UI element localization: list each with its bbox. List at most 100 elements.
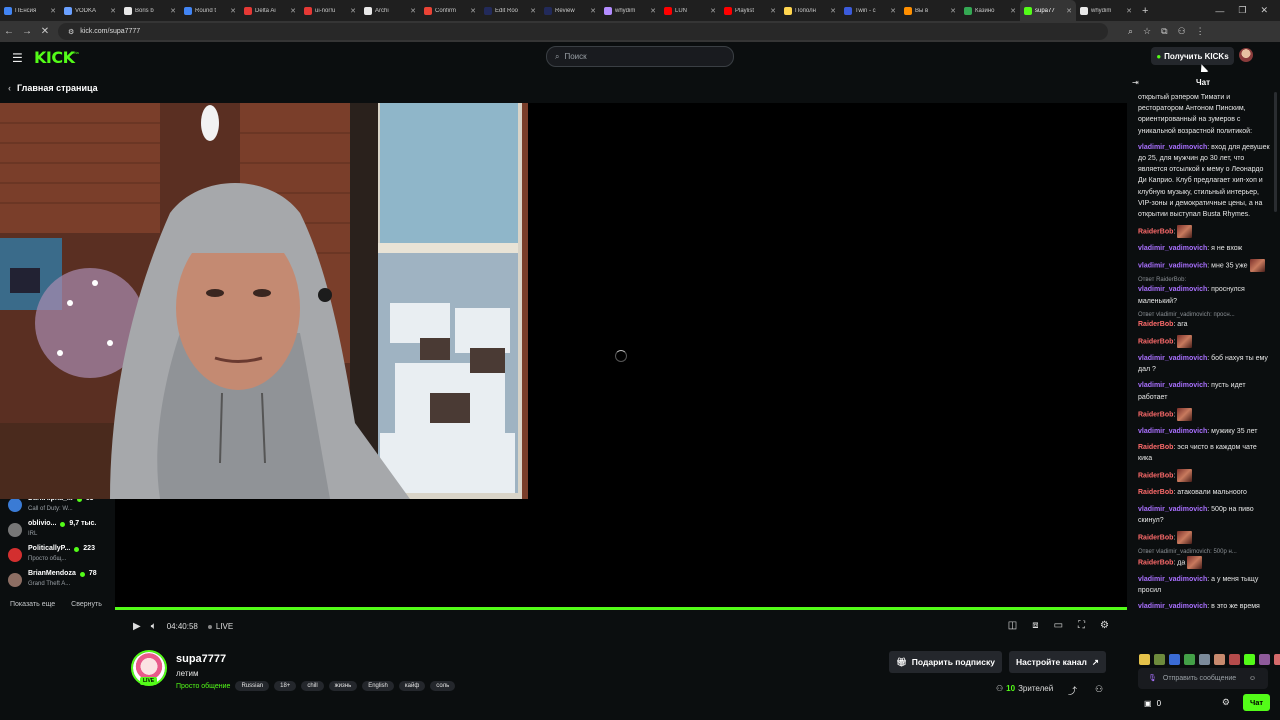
browser-tab[interactable]: ui-nor!u ✕ <box>300 0 360 21</box>
chat-message[interactable]: RaiderBob: <box>1138 531 1270 545</box>
tab-close-icon[interactable]: ✕ <box>770 7 776 15</box>
chat-message[interactable]: открытый рэпером Тимати и ресторатором А… <box>1138 92 1270 137</box>
chat-message[interactable]: Ответ vladimir_vadimovich: 500р н... Raid… <box>1138 548 1270 570</box>
emote[interactable] <box>1184 654 1195 665</box>
chat-username[interactable]: RaiderBob <box>1138 411 1173 418</box>
browser-tab[interactable]: Delta Ai ✕ <box>240 0 300 21</box>
clip-icon[interactable]: ⧈ <box>1032 620 1038 631</box>
chat-username[interactable]: RaiderBob <box>1138 473 1173 480</box>
chat-username[interactable]: vladimir_vadimovich <box>1138 144 1207 151</box>
chat-message-input[interactable]: 🎙︎ Отправить сообщение ☺ <box>1138 668 1268 689</box>
minimize-icon[interactable]: — <box>1215 6 1224 16</box>
fullscreen-icon[interactable]: ⛶ <box>1078 620 1085 631</box>
follow-user-icon[interactable]: ⚇ <box>1095 684 1103 695</box>
gift-subscription-button[interactable]: 🎁︎ Подарить подписку <box>889 651 1002 673</box>
sidebar-channel[interactable]: oblivio... 9,7 тыс. IRL <box>8 519 116 544</box>
chat-message[interactable]: vladimir_vadimovich: пусть идет работает <box>1138 380 1270 402</box>
chat-message[interactable]: RaiderBob: эся чисто в каждом чате кика <box>1138 442 1270 464</box>
live-progress-bar[interactable] <box>115 607 1127 610</box>
bookmark-star-icon[interactable]: ☆ <box>1143 26 1151 37</box>
tab-close-icon[interactable]: ✕ <box>650 7 656 15</box>
settings-gear-icon[interactable]: ⚙ <box>1100 620 1109 631</box>
chat-message[interactable]: vladimir_vadimovich: мне 35 уже <box>1138 259 1270 273</box>
chat-username[interactable]: RaiderBob <box>1138 338 1173 345</box>
theater-mode-icon[interactable]: ▭ <box>1054 620 1063 631</box>
emote[interactable] <box>1154 654 1165 665</box>
new-tab-button[interactable]: + <box>1136 5 1154 17</box>
tab-close-icon[interactable]: ✕ <box>530 7 536 15</box>
chat-message[interactable]: vladimir_vadimovich: в это же время <box>1138 601 1270 612</box>
tab-close-icon[interactable]: ✕ <box>1126 7 1132 15</box>
chat-username[interactable]: RaiderBob <box>1138 534 1173 541</box>
stream-tag[interactable]: жизнь <box>328 681 358 691</box>
chat-username[interactable]: RaiderBob <box>1138 229 1173 236</box>
tab-close-icon[interactable]: ✕ <box>290 7 296 15</box>
tab-close-icon[interactable]: ✕ <box>590 7 596 15</box>
browser-tab[interactable]: ПЕнсия ✕ <box>0 0 60 21</box>
chat-username[interactable]: vladimir_vadimovich <box>1138 506 1207 513</box>
forward-icon[interactable]: → <box>18 26 36 37</box>
tab-close-icon[interactable]: ✕ <box>890 7 896 15</box>
browser-tab[interactable]: Round t ✕ <box>180 0 240 21</box>
play-icon[interactable]: ▶ <box>133 621 141 632</box>
search-input[interactable]: ⌕ Поиск <box>546 46 734 67</box>
browser-tab[interactable]: Boris b ✕ <box>120 0 180 21</box>
stream-tag[interactable]: соль <box>430 681 456 691</box>
tab-close-icon[interactable]: ✕ <box>170 7 176 15</box>
tab-close-icon[interactable]: ✕ <box>950 7 956 15</box>
back-icon[interactable]: ← <box>0 26 18 37</box>
kicks-wallet-icon[interactable]: ▣ <box>1144 699 1152 708</box>
stream-tag[interactable]: кайф <box>398 681 426 691</box>
browser-tab[interactable]: Archi ✕ <box>360 0 420 21</box>
send-chat-button[interactable]: Чат <box>1243 694 1270 711</box>
emote[interactable] <box>1214 654 1225 665</box>
browser-tab[interactable]: whydim ✕ <box>1076 0 1136 21</box>
browser-tab[interactable]: VODKA ✕ <box>60 0 120 21</box>
chat-message[interactable]: vladimir_vadimovich: 500р на пиво скинул… <box>1138 504 1270 526</box>
emoji-icon[interactable]: ☺ <box>1249 675 1256 683</box>
browser-tab[interactable]: Казино ✕ <box>960 0 1020 21</box>
stream-tag[interactable]: Russian <box>235 681 270 691</box>
share-icon[interactable]: ⤴ <box>1068 684 1077 697</box>
chat-message[interactable]: vladimir_vadimovich: мужику 35 лет <box>1138 426 1270 437</box>
extensions-icon[interactable]: ⧉ <box>1161 26 1167 37</box>
reload-icon[interactable]: ✕ <box>36 26 54 37</box>
collapse-chat-icon[interactable]: ⇥ <box>1132 78 1139 87</box>
chat-message[interactable]: Ответ vladimir_vadimovich: просн... Raide… <box>1138 311 1270 330</box>
chat-message[interactable]: RaiderBob: <box>1138 225 1270 239</box>
url-field[interactable]: ⚙ kick.com/supa7777 <box>58 23 1108 40</box>
tab-close-icon[interactable]: ✕ <box>110 7 116 15</box>
chat-message[interactable]: vladimir_vadimovich: а у меня тыщу проси… <box>1138 574 1270 596</box>
browser-tab[interactable]: supa77 ✕ <box>1020 0 1076 21</box>
tab-close-icon[interactable]: ✕ <box>710 7 716 15</box>
stream-tag[interactable]: English <box>362 681 394 691</box>
emote[interactable] <box>1244 654 1255 665</box>
emote[interactable] <box>1169 654 1180 665</box>
chat-message[interactable]: Ответ RaiderBob: vladimir_vadimovich: про… <box>1138 276 1270 306</box>
hamburger-menu-icon[interactable]: ☰ <box>12 51 23 65</box>
chat-username[interactable]: vladimir_vadimovich <box>1138 428 1207 435</box>
chat-username[interactable]: RaiderBob <box>1138 321 1173 328</box>
chat-message[interactable]: vladimir_vadimovich: вход для девушек до… <box>1138 142 1270 220</box>
close-window-icon[interactable]: ✕ <box>1260 5 1268 16</box>
browser-tab[interactable]: Twin - c ✕ <box>840 0 900 21</box>
chat-username[interactable]: vladimir_vadimovich <box>1138 355 1207 362</box>
chat-username[interactable]: vladimir_vadimovich <box>1138 576 1207 583</box>
tab-close-icon[interactable]: ✕ <box>50 7 56 15</box>
zoom-icon[interactable]: ⌕ <box>1128 26 1133 37</box>
chat-username[interactable]: RaiderBob <box>1138 444 1173 451</box>
tab-close-icon[interactable]: ✕ <box>350 7 356 15</box>
stream-tag[interactable]: chill <box>301 681 324 691</box>
chat-username[interactable]: RaiderBob <box>1138 489 1173 496</box>
browser-tab[interactable]: Пополн ✕ <box>780 0 840 21</box>
browser-tab[interactable]: Confirm ✕ <box>420 0 480 21</box>
stream-tag[interactable]: 18+ <box>274 681 297 691</box>
chat-username[interactable]: vladimir_vadimovich <box>1138 245 1207 252</box>
maximize-icon[interactable]: ❐ <box>1238 5 1246 16</box>
chat-username[interactable]: vladimir_vadimovich <box>1138 263 1207 270</box>
chat-message[interactable]: RaiderBob: атаковали мальноого <box>1138 487 1270 498</box>
tab-close-icon[interactable]: ✕ <box>1010 7 1016 15</box>
emote[interactable] <box>1274 654 1280 665</box>
chat-message[interactable]: RaiderBob: <box>1138 469 1270 483</box>
mini-player-icon[interactable]: ◫ <box>1008 620 1017 631</box>
